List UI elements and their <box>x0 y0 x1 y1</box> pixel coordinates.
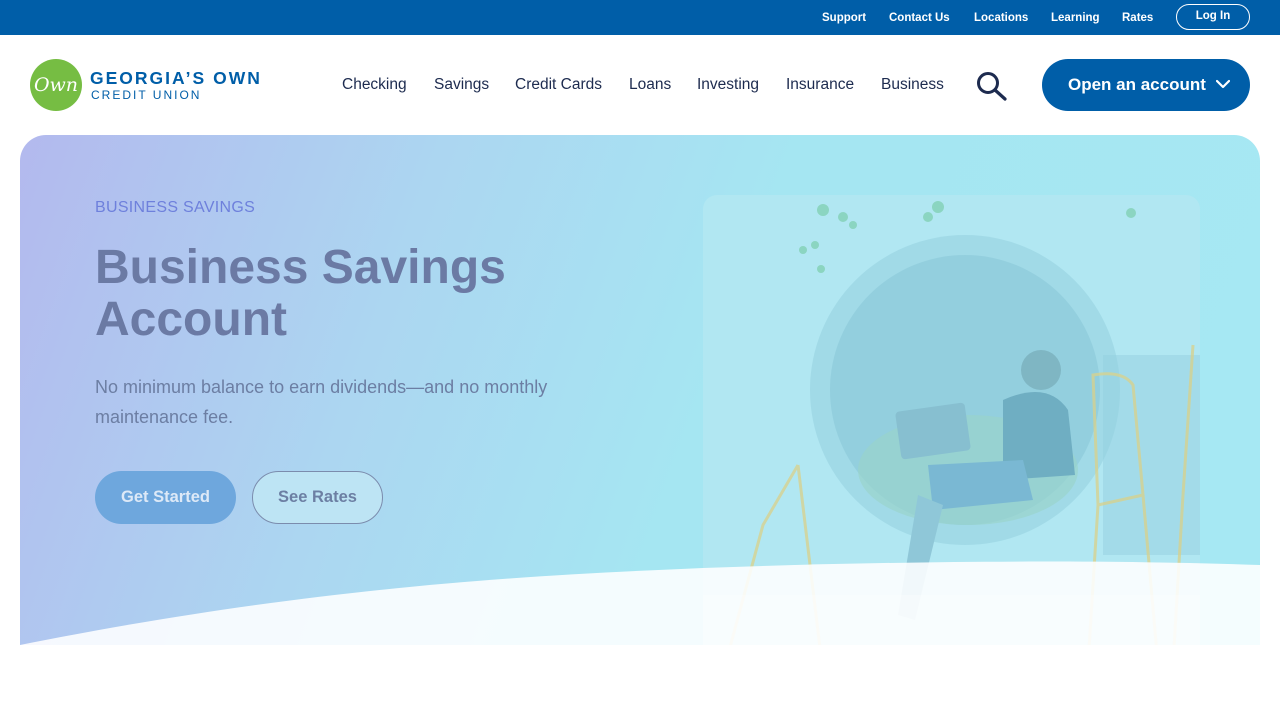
contact-us-link[interactable]: Contact Us <box>889 12 950 24</box>
logo-tagline: CREDIT UNION <box>91 88 202 102</box>
nav-insurance[interactable]: Insurance <box>786 76 854 94</box>
open-account-label: Open an account <box>1068 75 1206 94</box>
hero-eyebrow: BUSINESS SAVINGS <box>95 199 256 216</box>
learning-link[interactable]: Learning <box>1051 12 1100 24</box>
chevron-down-icon <box>1216 79 1230 89</box>
logo-name: GEORGIA’S OWN <box>90 68 262 88</box>
see-rates-button[interactable]: See Rates <box>252 471 383 524</box>
nav-savings[interactable]: Savings <box>434 76 489 94</box>
utility-bar: Support Contact Us Locations Learning Ra… <box>0 0 1280 35</box>
nav-business[interactable]: Business <box>881 76 944 94</box>
logo-mark: Own <box>30 59 82 111</box>
rates-link[interactable]: Rates <box>1122 12 1153 24</box>
support-link[interactable]: Support <box>822 12 866 24</box>
nav-loans[interactable]: Loans <box>629 76 671 94</box>
nav-credit-cards[interactable]: Credit Cards <box>515 76 602 94</box>
get-started-button[interactable]: Get Started <box>95 471 236 524</box>
page-title: Business Savings Account <box>95 241 506 346</box>
search-icon[interactable] <box>975 71 1009 101</box>
nav-checking[interactable]: Checking <box>342 76 407 94</box>
main-header: Own GEORGIA’S OWN CREDIT UNION Checking … <box>0 35 1280 135</box>
hero-banner: BUSINESS SAVINGS Business Savings Accoun… <box>20 135 1260 645</box>
locations-link[interactable]: Locations <box>974 12 1028 24</box>
log-in-button[interactable]: Log In <box>1176 4 1250 30</box>
hero-subtitle: No minimum balance to earn dividends—and… <box>95 377 548 427</box>
nav-investing[interactable]: Investing <box>697 76 759 94</box>
open-account-button[interactable]: Open an account <box>1042 59 1250 111</box>
